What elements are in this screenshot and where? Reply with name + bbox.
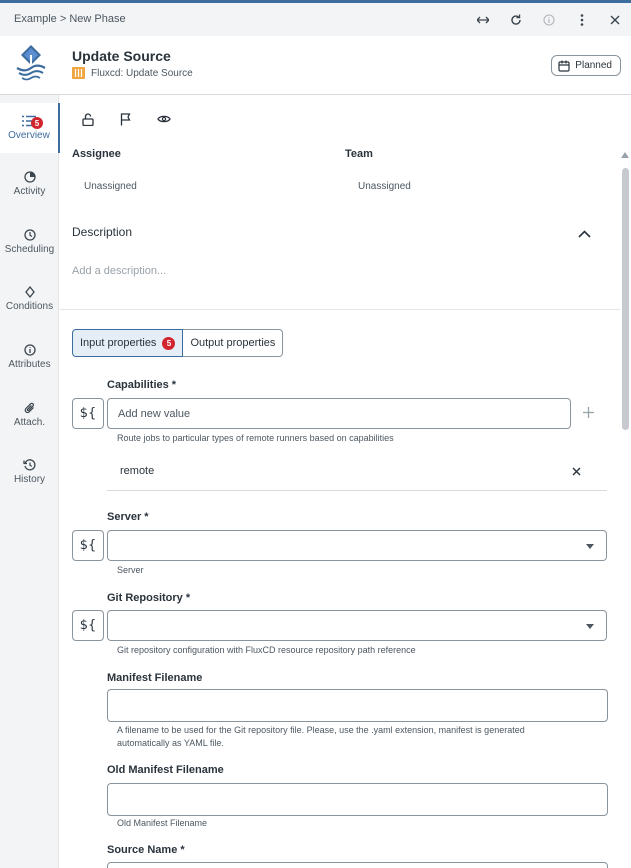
close-icon[interactable] bbox=[598, 3, 631, 36]
sidebar: 5 Overview Activity Scheduling Condition… bbox=[0, 95, 60, 868]
sidebar-item-history[interactable]: History bbox=[0, 447, 59, 497]
source-name-label: Source Name * bbox=[107, 844, 185, 856]
server-select[interactable] bbox=[107, 530, 607, 561]
chevron-up-icon[interactable] bbox=[578, 225, 591, 243]
tab-output-properties[interactable]: Output properties bbox=[183, 329, 284, 357]
sidebar-item-scheduling[interactable]: Scheduling bbox=[0, 217, 59, 267]
scroll-up-arrow-icon[interactable] bbox=[621, 152, 629, 158]
status-badge-label: Planned bbox=[575, 60, 612, 71]
scrollbar[interactable] bbox=[620, 150, 631, 868]
sidebar-item-label: Attach. bbox=[13, 417, 46, 428]
old-manifest-filename-help: Old Manifest Filename bbox=[117, 818, 208, 828]
fluxcd-logo-icon bbox=[14, 44, 48, 82]
expand-horizontal-icon[interactable] bbox=[466, 3, 499, 36]
list-item: remote bbox=[107, 455, 607, 491]
sidebar-item-label: History bbox=[13, 474, 46, 485]
toolbar bbox=[78, 109, 174, 129]
plus-icon[interactable] bbox=[583, 405, 594, 423]
capabilities-label: Capabilities * bbox=[107, 379, 177, 391]
main-content: Assignee Unassigned Team Unassigned Desc… bbox=[60, 95, 620, 868]
description-heading: Description bbox=[72, 225, 133, 239]
eye-icon[interactable] bbox=[154, 109, 174, 129]
breadcrumb-root[interactable]: Example bbox=[14, 13, 57, 25]
subtitle-text: Fluxcd: Update Source bbox=[91, 67, 193, 79]
variable-button[interactable]: ${ bbox=[72, 530, 104, 561]
calendar-icon bbox=[558, 60, 570, 72]
description-input[interactable]: Add a description... bbox=[72, 265, 166, 277]
scrollbar-thumb[interactable] bbox=[622, 168, 629, 430]
sidebar-item-attachments[interactable]: Attach. bbox=[0, 390, 59, 440]
sidebar-item-label: Overview bbox=[8, 130, 50, 141]
chevron-down-icon bbox=[586, 624, 594, 629]
section-divider bbox=[60, 309, 620, 310]
tab-input-properties[interactable]: Input properties 5 bbox=[72, 329, 184, 357]
info-icon bbox=[23, 344, 36, 356]
pie-chart-icon bbox=[23, 171, 36, 183]
refresh-icon[interactable] bbox=[499, 3, 532, 36]
git-repository-label: Git Repository * bbox=[107, 592, 191, 604]
history-icon bbox=[23, 459, 36, 471]
breadcrumb: Example > New Phase bbox=[14, 13, 126, 25]
sidebar-item-label: Attributes bbox=[8, 359, 51, 370]
breadcrumb-separator: > bbox=[59, 13, 67, 25]
sidebar-item-conditions[interactable]: Conditions bbox=[0, 274, 59, 324]
top-bar: Example > New Phase bbox=[0, 3, 631, 36]
sidebar-item-label: Activity bbox=[13, 186, 46, 197]
tab-count-badge: 5 bbox=[162, 336, 176, 350]
status-badge[interactable]: Planned bbox=[551, 55, 621, 76]
manifest-filename-help: A filename to be used for the Git reposi… bbox=[117, 724, 525, 750]
properties-tabs: Input properties 5 Output properties bbox=[72, 329, 284, 357]
sidebar-item-label: Scheduling bbox=[4, 244, 55, 255]
old-manifest-filename-label: Old Manifest Filename bbox=[107, 764, 224, 776]
assignee-label: Assignee bbox=[72, 148, 121, 160]
phase-bars-icon bbox=[72, 67, 85, 79]
manifest-filename-input[interactable] bbox=[107, 689, 608, 722]
capabilities-input[interactable]: Add new value bbox=[107, 398, 571, 429]
flag-icon[interactable] bbox=[116, 109, 136, 129]
sidebar-item-overview[interactable]: 5 Overview bbox=[0, 103, 60, 153]
manifest-filename-label: Manifest Filename bbox=[107, 672, 203, 684]
old-manifest-filename-input[interactable] bbox=[107, 783, 608, 816]
assignee-value[interactable]: Unassigned bbox=[84, 181, 137, 192]
help-line: A filename to be used for the Git reposi… bbox=[117, 725, 525, 735]
team-value[interactable]: Unassigned bbox=[358, 181, 411, 192]
capability-value: remote bbox=[120, 465, 155, 477]
tab-label: Output properties bbox=[190, 337, 276, 349]
source-name-input[interactable] bbox=[107, 862, 608, 868]
help-line: automatically as YAML file. bbox=[117, 738, 224, 748]
team-label: Team bbox=[345, 148, 373, 160]
chevron-down-icon bbox=[586, 544, 594, 549]
server-label: Server * bbox=[107, 511, 149, 523]
git-repository-help: Git repository configuration with FluxCD… bbox=[117, 645, 416, 655]
more-vertical-icon[interactable] bbox=[565, 3, 598, 36]
paperclip-icon bbox=[24, 402, 34, 414]
server-help: Server bbox=[117, 565, 144, 575]
notification-badge: 5 bbox=[31, 117, 43, 129]
page-subtitle: Fluxcd: Update Source bbox=[72, 67, 193, 79]
breadcrumb-current: New Phase bbox=[69, 13, 126, 25]
remove-icon[interactable] bbox=[572, 463, 581, 481]
info-icon[interactable] bbox=[532, 3, 565, 36]
page-title: Update Source bbox=[72, 48, 171, 64]
capabilities-help: Route jobs to particular types of remote… bbox=[117, 433, 394, 443]
lock-icon[interactable] bbox=[78, 109, 98, 129]
sidebar-item-activity[interactable]: Activity bbox=[0, 159, 59, 209]
diamond-icon bbox=[24, 286, 35, 298]
sidebar-item-label: Conditions bbox=[5, 301, 54, 312]
sidebar-item-attributes[interactable]: Attributes bbox=[0, 332, 59, 382]
tab-label: Input properties bbox=[80, 337, 157, 349]
task-header: Update Source Fluxcd: Update Source Plan… bbox=[0, 36, 631, 95]
variable-button[interactable]: ${ bbox=[72, 610, 104, 641]
git-repository-select[interactable] bbox=[107, 610, 607, 641]
variable-button[interactable]: ${ bbox=[72, 398, 104, 429]
clock-icon bbox=[23, 229, 36, 241]
